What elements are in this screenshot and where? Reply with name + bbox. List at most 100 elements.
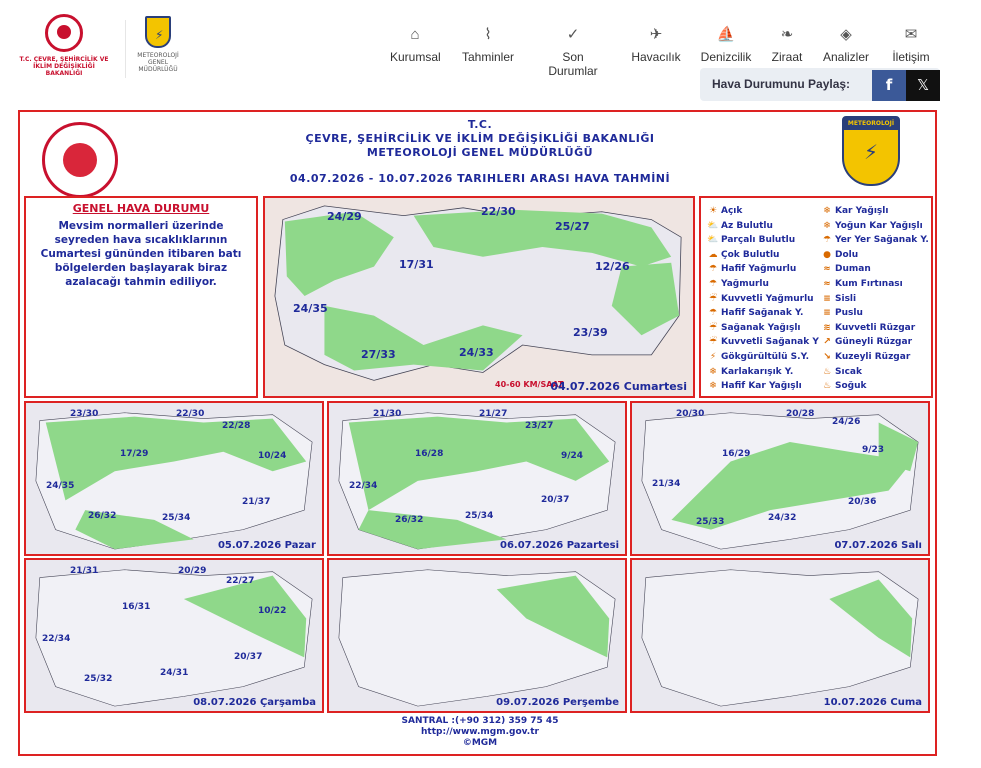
legend-label: Duman (835, 264, 871, 275)
copyright: ©MGM (462, 738, 498, 748)
legend-label: Sisli (835, 293, 857, 304)
legend-item: ☂ Hafif Sağanak Y. (707, 306, 819, 321)
day-map: 20/30 20/28 24/26 16/29 9/23 21/34 25/33… (630, 401, 930, 556)
title-line-3: METEOROLOJİ GENEL MÜDÜRLÜĞÜ (366, 146, 594, 159)
map-temp: 21/30 (373, 409, 402, 419)
weather-symbol-icon: ≡ (823, 293, 831, 304)
legend-item: ☁ Çok Bulutlu (707, 248, 819, 263)
nav-analizler[interactable]: ◈ Analizler (822, 26, 870, 64)
weather-symbol-icon: ≈ (823, 278, 831, 289)
map-temp: 16/29 (722, 449, 751, 459)
weather-symbol-icon: ↗ (823, 337, 831, 348)
legend-label: Kuzeyli Rüzgar (835, 351, 911, 362)
legend-item: ● Dolu (821, 248, 929, 263)
weather-symbol-icon: ♨ (822, 366, 832, 377)
legend-label: Hafif Kar Yağışlı (721, 381, 802, 392)
map-temp: 21/27 (479, 409, 508, 419)
mgm-shield-icon: ⚡ (145, 16, 171, 48)
nav-kurumsal[interactable]: ⌂ Kurumsal (390, 26, 441, 64)
weather-symbol-icon: ☂ (708, 278, 718, 289)
legend-label: Sağanak Yağışlı (721, 322, 801, 333)
map-temp: 22/34 (42, 634, 71, 644)
map-temp: 24/32 (768, 513, 797, 523)
nav-tahminler[interactable]: ⌇ Tahminler (460, 26, 516, 64)
legend-item: ☔ Sağanak Yağışlı (707, 321, 819, 336)
facebook-icon[interactable]: f (872, 70, 906, 101)
legend-label: Puslu (835, 308, 863, 319)
map-temp: 25/34 (162, 513, 191, 523)
legend-item: ⛅ Az Bulutlu (707, 219, 819, 234)
nav-iletisim[interactable]: ✉ İletişim (890, 26, 932, 64)
nav-denizcilik[interactable]: ⛵ Denizcilik (700, 26, 752, 64)
weather-symbol-icon: ≡ (823, 308, 831, 319)
share-bar: Hava Durumunu Paylaş: f 𝕏 (700, 68, 940, 101)
map-temp: 16/31 (122, 602, 151, 612)
map-date: 10.07.2026 Cuma (823, 697, 922, 708)
legend-item: ☂ Yağmurlu (707, 277, 819, 292)
legend-item: ❄ Kar Yağışlı (821, 204, 929, 219)
nav-havacilik[interactable]: ✈ Havacılık (630, 26, 682, 64)
nav-label: Tahminler (461, 50, 515, 64)
map-temp: 10/22 (258, 606, 287, 616)
nav-label: Ziraat (771, 50, 803, 64)
map-temp: 22/27 (226, 576, 255, 586)
ministry-emblem-icon (42, 122, 118, 198)
weather-symbol-icon: ❄ (823, 220, 831, 231)
nav-label: Denizcilik (700, 50, 752, 64)
map-temp: 27/33 (361, 348, 396, 361)
map-temp: 20/30 (676, 409, 705, 419)
nav-ziraat[interactable]: ❧ Ziraat (770, 26, 804, 64)
mgm-logo[interactable]: ⚡ METEOROLOJİ GENEL MÜDÜRLÜĞÜ (128, 16, 188, 80)
map-temp: 12/26 (595, 260, 630, 273)
general-text: Mevsim normalleri üzerinde seyreden hava… (40, 220, 242, 288)
mgm-emblem-icon: METEOROLOJİ ⚡ (842, 116, 900, 186)
mgm-emblem-text: METEOROLOJİ (844, 118, 898, 130)
weather-symbol-icon: ♨ (822, 381, 832, 392)
weather-symbol-icon: ☀ (708, 206, 718, 216)
nav-label: Kurumsal (390, 50, 441, 64)
map-background (329, 403, 625, 554)
map-temp: 26/32 (395, 515, 424, 525)
map-temp: 20/28 (786, 409, 815, 419)
map-temp: 23/30 (70, 409, 99, 419)
weather-symbol-icon: ☔ (708, 293, 718, 304)
legend-item: ❄ Yoğun Kar Yağışlı (821, 219, 929, 234)
legend-label: Az Bulutlu (721, 220, 773, 231)
legend-label: Soğuk (835, 381, 867, 392)
legend-item: ↗ Güneyli Rüzgar (821, 335, 929, 350)
map-temp: 23/39 (573, 326, 608, 339)
map-background (632, 560, 928, 711)
map-temp: 25/32 (84, 674, 113, 684)
map-temp: 24/26 (832, 417, 861, 427)
ministry-logo[interactable]: T.C. ÇEVRE, ŞEHİRCİLİK VE İKLİM DEĞİŞİKL… (14, 14, 114, 82)
map-temp: 22/34 (349, 481, 378, 491)
legend-item: ♨ Soğuk (821, 379, 929, 394)
legend-item: ❄ Hafif Kar Yağışlı (707, 379, 819, 394)
map-temp: 22/30 (481, 205, 516, 218)
map-temp: 22/30 (176, 409, 205, 419)
airplane-icon: ✈ (649, 26, 663, 43)
x-twitter-icon[interactable]: 𝕏 (906, 70, 940, 101)
website-link[interactable]: http://www.mgm.gov.tr (320, 727, 640, 738)
logo-divider (125, 20, 126, 78)
weather-symbol-icon: ☔ (708, 337, 718, 348)
title-line-2: ÇEVRE, ŞEHİRCİLİK VE İKLİM DEĞİŞİKLİĞİ B… (305, 132, 655, 145)
weather-symbol-icon: ❄ (823, 206, 831, 216)
legend-item: ☔ Kuvvetli Yağmurlu (707, 292, 819, 307)
legend-label: Açık (721, 206, 743, 216)
map-date: 06.07.2026 Pazartesi (500, 540, 619, 551)
map-date: 08.07.2026 Çarşamba (193, 697, 316, 708)
legend-item: ≈ Kum Fırtınası (821, 277, 929, 292)
legend-item: ☂ Hafif Yağmurlu (707, 262, 819, 277)
map-temp: 20/29 (178, 566, 207, 576)
map-temp: 21/34 (652, 479, 681, 489)
legend-label: Parçalı Bulutlu (721, 235, 796, 246)
legend-item: ☀ Açık (707, 204, 819, 219)
legend-label: Karlakarışık Y. (721, 366, 794, 377)
weather-symbol-icon: ↘ (823, 351, 831, 362)
map-temp: 25/33 (696, 517, 725, 527)
nav-son-durumlar[interactable]: ✓ Son Durumlar (536, 26, 610, 78)
legend-label: Dolu (835, 249, 859, 260)
home-icon: ⌂ (410, 26, 420, 43)
map-temp: 25/27 (555, 220, 590, 233)
